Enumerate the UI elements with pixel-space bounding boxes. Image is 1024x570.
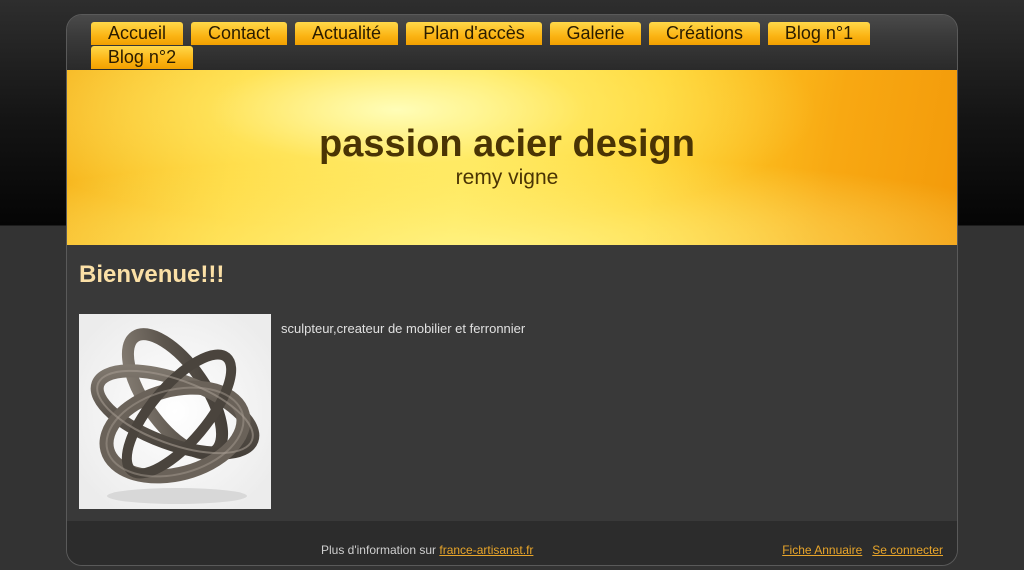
description-text: sculpteur,createur de mobilier et ferron…	[281, 321, 526, 336]
footer-links: Fiche Annuaire Se connecter	[782, 543, 943, 557]
main-navigation: Accueil Contact Actualité Plan d'accès G…	[67, 15, 957, 70]
site-subtitle: remy vigne	[455, 166, 559, 189]
fiche-annuaire-link[interactable]: Fiche Annuaire	[782, 543, 862, 557]
footer-info: Plus d'information sur france-artisanat.…	[321, 543, 533, 557]
sculpture-photo	[79, 314, 271, 509]
nav-item-blog-2[interactable]: Blog n°2	[91, 46, 193, 69]
footer: Plus d'information sur france-artisanat.…	[67, 521, 957, 565]
footer-info-prefix: Plus d'information sur	[321, 543, 437, 557]
nav-item-actualite[interactable]: Actualité	[295, 22, 398, 45]
welcome-heading: Bienvenue!!!	[79, 261, 225, 288]
nav-item-creations[interactable]: Créations	[649, 22, 760, 45]
header-banner: passion acier design remy vigne	[67, 70, 957, 245]
france-artisanat-link[interactable]: france-artisanat.fr	[439, 543, 533, 557]
steel-sculpture-image	[79, 314, 271, 509]
nav-item-contact[interactable]: Contact	[191, 22, 287, 45]
page-container: Accueil Contact Actualité Plan d'accès G…	[66, 14, 958, 566]
main-content: Bienvenue!!! sculpteur,createur de mobil…	[67, 245, 957, 521]
nav-item-plan-acces[interactable]: Plan d'accès	[406, 22, 542, 45]
site-title[interactable]: passion acier design	[67, 123, 947, 166]
nav-item-accueil[interactable]: Accueil	[91, 22, 183, 45]
nav-item-blog-1[interactable]: Blog n°1	[768, 22, 870, 45]
nav-item-galerie[interactable]: Galerie	[550, 22, 641, 45]
login-link[interactable]: Se connecter	[872, 543, 943, 557]
